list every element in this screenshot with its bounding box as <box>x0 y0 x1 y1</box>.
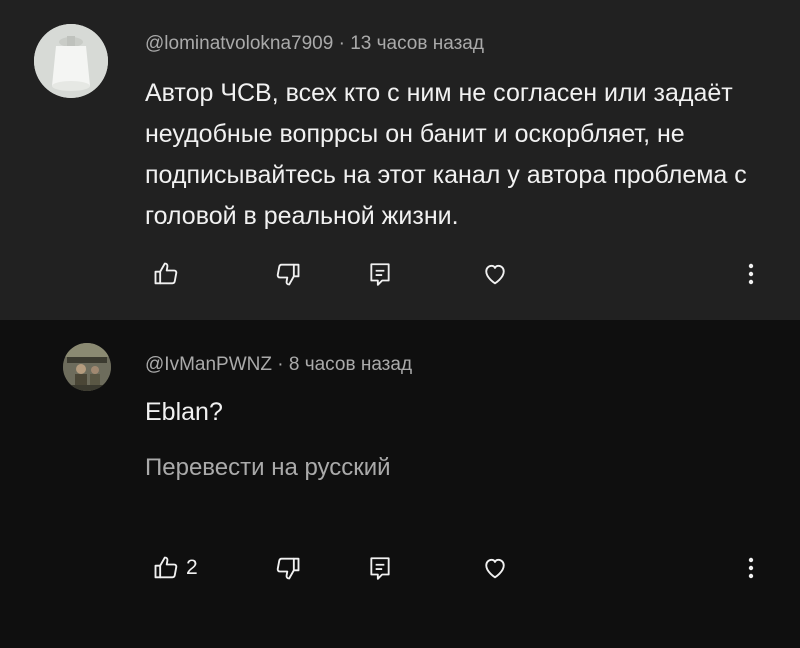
heart-icon <box>485 558 505 579</box>
comment-meta: @IvManPWNZ · 8 часов назад <box>145 354 412 376</box>
thumb-up-icon <box>154 556 178 579</box>
like-button[interactable] <box>152 254 186 294</box>
comment-time[interactable]: 13 часов назад <box>350 33 484 54</box>
heart-button[interactable] <box>481 548 509 588</box>
heart-icon <box>485 264 505 285</box>
comment-actions <box>0 254 800 294</box>
meta-separator: · <box>271 354 289 375</box>
more-button[interactable] <box>739 548 763 588</box>
reply-button[interactable] <box>367 548 393 588</box>
comment-actions: 2 <box>0 548 800 588</box>
thumb-down-icon <box>276 557 300 580</box>
comment-time[interactable]: 8 часов назад <box>289 354 412 375</box>
avatar[interactable] <box>34 24 108 98</box>
more-vert-icon <box>748 263 754 285</box>
comment-1: @lominatvolokna7909 · 13 часов назад Авт… <box>0 0 800 320</box>
like-button[interactable]: 2 <box>152 548 198 588</box>
more-vert-icon <box>748 557 754 579</box>
meta-separator: · <box>333 33 351 54</box>
avatar[interactable] <box>63 343 111 391</box>
heart-button[interactable] <box>481 254 509 294</box>
like-count: 2 <box>186 556 198 579</box>
author-name[interactable]: @IvManPWNZ <box>145 354 272 375</box>
reply-icon <box>370 557 390 580</box>
comment-meta: @lominatvolokna7909 · 13 часов назад <box>145 33 484 55</box>
dislike-button[interactable] <box>274 548 302 588</box>
more-button[interactable] <box>739 254 763 294</box>
reply-icon <box>370 263 390 286</box>
thumb-up-icon <box>154 262 178 285</box>
dislike-button[interactable] <box>274 254 302 294</box>
comment-text: Автор ЧСВ, всех кто с ним не согласен ил… <box>145 79 747 230</box>
reply-button[interactable] <box>367 254 393 294</box>
translate-link[interactable]: Перевести на русский <box>145 454 391 482</box>
comment-2: @IvManPWNZ · 8 часов назад Eblan? Переве… <box>0 320 800 648</box>
comment-text: Eblan? <box>145 398 223 426</box>
thumb-down-icon <box>276 263 300 286</box>
author-name[interactable]: @lominatvolokna7909 <box>145 33 333 54</box>
